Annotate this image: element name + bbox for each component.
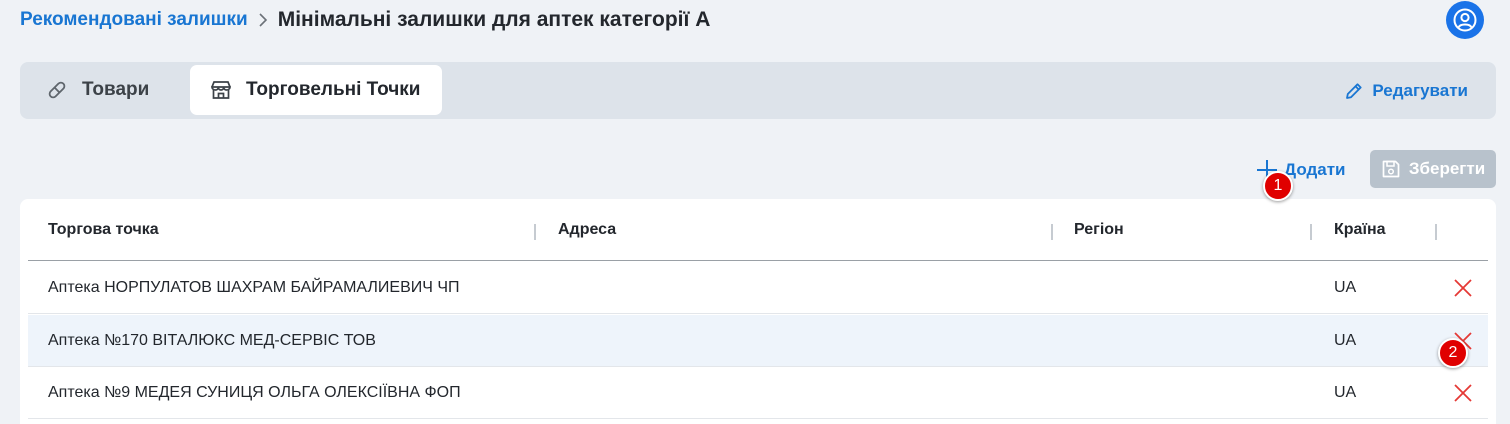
close-icon — [1454, 384, 1472, 402]
column-divider[interactable] — [534, 224, 536, 240]
delete-row-button[interactable] — [1450, 275, 1476, 301]
save-button[interactable]: Зберегти — [1370, 150, 1496, 188]
cell-country: UA — [1334, 384, 1357, 401]
store-icon — [210, 79, 232, 101]
floppy-disk-icon — [1381, 159, 1401, 179]
add-button-label: Додати — [1284, 160, 1346, 179]
cell-country: UA — [1334, 332, 1357, 349]
column-divider[interactable] — [1310, 224, 1312, 240]
table-header: Торгова точка Адреса Регіон Країна — [28, 199, 1488, 261]
tab-trade-points-label: Торговельні Точки — [246, 79, 421, 100]
column-header-country[interactable]: Країна — [1334, 199, 1386, 261]
trade-points-table: Торгова точка Адреса Регіон Країна Аптек… — [20, 199, 1496, 424]
cell-trade-point: Аптека №170 ВІТАЛЮКС МЕД-СЕРВІС ТОВ — [48, 332, 376, 349]
chevron-right-icon — [252, 6, 274, 34]
annotation-badge-2: 2 — [1438, 338, 1468, 368]
column-header-address[interactable]: Адреса — [558, 199, 616, 261]
column-header-trade-point[interactable]: Торгова точка — [48, 199, 159, 261]
edit-button-label: Редагувати — [1372, 81, 1468, 100]
tab-trade-points[interactable]: Торговельні Точки — [190, 65, 442, 115]
cell-trade-point: Аптека НОРПУЛАТОВ ШАХРАМ БАЙРАМАЛИЕВИЧ Ч… — [48, 279, 460, 296]
save-button-label: Зберегти — [1408, 159, 1486, 178]
table-row[interactable]: Аптека НОРПУЛАТОВ ШАХРАМ БАЙРАМАЛИЕВИЧ Ч… — [28, 262, 1488, 314]
page: Рекомендовані залишки Мінімальні залишки… — [0, 0, 1510, 424]
cell-country: UA — [1334, 279, 1357, 296]
page-title: Мінімальні залишки для аптек категорії А — [277, 8, 711, 31]
table-row[interactable]: Аптека №170 ВІТАЛЮКС МЕД-СЕРВІС ТОВ UA — [28, 315, 1488, 367]
tab-bar: Товари Торговельні Точки Редагувати — [20, 62, 1496, 119]
cell-trade-point: Аптека №9 МЕДЕЯ СУНИЦЯ ОЛЬГА ОЛЕКСІЇВНА … — [48, 384, 461, 401]
column-divider[interactable] — [1051, 224, 1053, 240]
column-divider[interactable] — [1435, 224, 1437, 240]
edit-button[interactable]: Редагувати — [1344, 78, 1468, 104]
breadcrumb-parent-link[interactable]: Рекомендовані залишки — [20, 9, 248, 31]
column-header-region[interactable]: Регіон — [1074, 199, 1124, 261]
tab-goods[interactable]: Товари — [24, 65, 184, 115]
table-row[interactable]: Аптека №9 МЕДЕЯ СУНИЦЯ ОЛЬГА ОЛЕКСІЇВНА … — [28, 367, 1488, 419]
close-icon — [1454, 279, 1472, 297]
pill-icon — [46, 79, 68, 101]
user-avatar-button[interactable] — [1446, 1, 1484, 39]
delete-row-button[interactable] — [1450, 380, 1476, 406]
user-icon — [1453, 8, 1477, 32]
tab-goods-label: Товари — [82, 79, 150, 100]
breadcrumb: Рекомендовані залишки Мінімальні залишки… — [20, 6, 710, 34]
pencil-icon — [1344, 81, 1364, 101]
annotation-badge-1: 1 — [1263, 171, 1293, 201]
